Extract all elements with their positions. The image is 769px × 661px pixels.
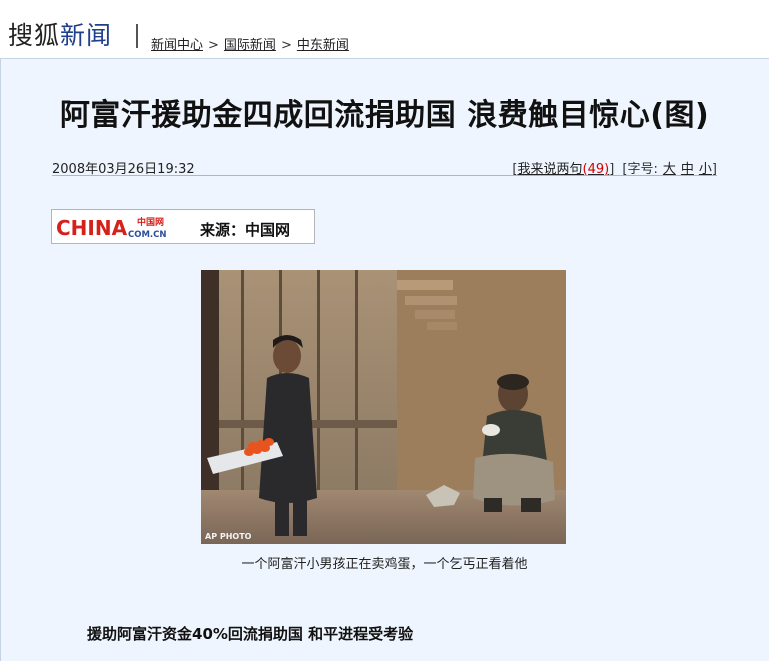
- source-label: 来源：中国网: [200, 221, 291, 239]
- article-subheading: 援助阿富汗资金40%回流捐助国 和平进程受考验: [87, 625, 414, 643]
- article-title: 阿富汗援助金四成回流捐助国 浪费触目惊心(图): [59, 98, 710, 133]
- font-size-label: [字号:: [622, 162, 658, 177]
- logo-domain: COM.CN: [128, 230, 167, 240]
- breadcrumb-middle-east-news[interactable]: 中东新闻: [297, 38, 349, 53]
- font-size-medium[interactable]: 中: [681, 162, 694, 177]
- publish-datetime: 2008年03月26日19:32: [52, 162, 195, 177]
- comment-count: (49): [582, 162, 610, 177]
- article-tools: [我来说两句(49)] [字号: 大中小]: [512, 158, 717, 177]
- logo-china-word: CHINA: [56, 216, 128, 240]
- article-photo: AP PHOTO: [201, 270, 566, 544]
- bracket: ]: [711, 162, 717, 177]
- photo-caption: 一个阿富汗小男孩正在卖鸡蛋，一个乞丐正看着他: [241, 557, 528, 572]
- logo-cn-name: 中国网: [137, 216, 164, 228]
- breadcrumb-news-center[interactable]: 新闻中心: [151, 38, 203, 53]
- breadcrumb-international-news[interactable]: 国际新闻: [224, 38, 276, 53]
- comment-link[interactable]: 我来说两句(49): [518, 162, 610, 177]
- sohu-news-logo[interactable]: 搜狐新闻: [8, 20, 112, 52]
- source-box: CHINA 中国网 COM.CN 来源：中国网: [51, 209, 315, 244]
- article-meta: 2008年03月26日19:32 [我来说两句(49)] [字号: 大中小]: [52, 158, 717, 177]
- font-size-large[interactable]: 大: [663, 162, 676, 177]
- breadcrumb-separator: >: [208, 38, 219, 53]
- photo-credit: AP PHOTO: [205, 532, 252, 541]
- logo-news-text: 新闻: [60, 21, 113, 50]
- logo-sohu-text: 搜狐: [8, 21, 61, 50]
- bracket: ]: [609, 162, 615, 177]
- logo-divider: [136, 24, 138, 48]
- site-header: 搜狐新闻 新闻中心 > 国际新闻 > 中东新闻: [0, 0, 769, 58]
- china-com-cn-logo[interactable]: CHINA 中国网 COM.CN: [55, 214, 183, 240]
- font-size-small[interactable]: 小: [699, 162, 712, 177]
- comment-link-label: 我来说两句: [517, 162, 583, 177]
- breadcrumb: 新闻中心 > 国际新闻 > 中东新闻: [151, 34, 349, 53]
- afghan-boy-selling-eggs-photo: AP PHOTO: [201, 270, 566, 544]
- breadcrumb-separator: >: [280, 38, 292, 53]
